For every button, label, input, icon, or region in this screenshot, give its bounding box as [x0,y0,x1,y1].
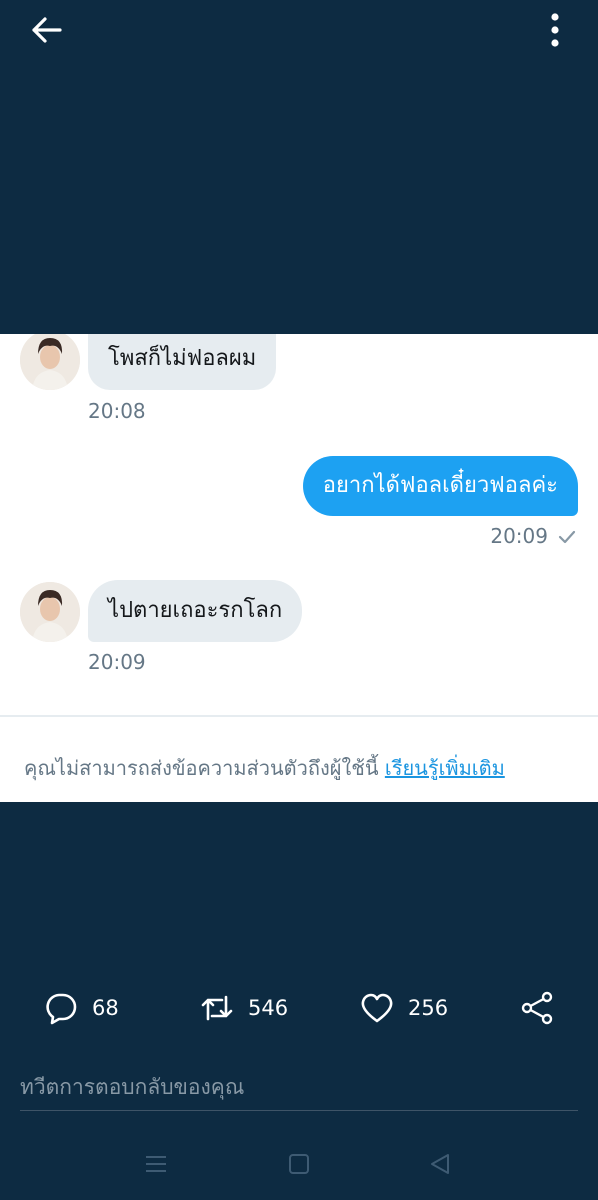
retweet-icon [201,995,233,1021]
avatar[interactable] [20,334,80,390]
share-button[interactable] [520,980,554,1036]
message-text: ไปตายเถอะรกโลก [108,598,283,623]
like-count: 256 [408,996,449,1020]
user-photo [20,582,80,642]
more-options-button[interactable] [538,10,572,50]
top-bar [0,0,598,60]
system-nav-bar [0,1140,598,1188]
heart-icon [361,993,393,1023]
dm-conversation-card: โพสก็ไม่ฟอลผม 20:08 อยากได้ฟอลเดี๋ยวฟอลค… [0,334,598,802]
arrow-left-icon [32,17,62,43]
incoming-message[interactable]: โพสก็ไม่ฟอลผม [88,334,277,390]
message-timestamp: 20:09 [88,650,146,674]
reply-button[interactable]: 68 [44,980,119,1036]
message-text: อยากได้ฟอลเดี๋ยวฟอลค่ะ [322,473,558,498]
incoming-message[interactable]: ไปตายเถอะรกโลก [88,580,303,642]
notice-text: คุณไม่สามารถส่งข้อความส่วนตัวถึงผู้ใช้นี… [24,756,379,780]
reply-icon [46,993,77,1025]
message-text: โพสก็ไม่ฟอลผม [108,346,257,371]
retweet-count: 546 [248,996,289,1020]
home-icon[interactable] [285,1150,313,1178]
reply-count: 68 [92,996,119,1020]
message-timestamp: 20:09 [490,524,548,548]
more-vertical-icon [551,13,559,47]
user-photo [20,334,80,390]
back-triangle-icon[interactable] [426,1150,454,1178]
share-icon [521,991,553,1025]
message-timestamp: 20:08 [88,399,146,423]
retweet-button[interactable]: 546 [200,980,288,1036]
divider [0,715,598,717]
like-button[interactable]: 256 [360,980,448,1036]
tweet-actions: 68 546 256 [0,980,598,1036]
learn-more-link[interactable]: เรียนรู้เพิ่มเติม [385,756,505,780]
menu-icon[interactable] [142,1150,170,1178]
avatar[interactable] [20,582,80,642]
check-icon [558,530,576,544]
outgoing-message[interactable]: อยากได้ฟอลเดี๋ยวฟอลค่ะ [302,456,578,516]
back-button[interactable] [26,10,66,50]
reply-input[interactable] [20,1064,578,1111]
dm-restricted-notice: คุณไม่สามารถส่งข้อความส่วนตัวถึงผู้ใช้นี… [24,752,505,784]
